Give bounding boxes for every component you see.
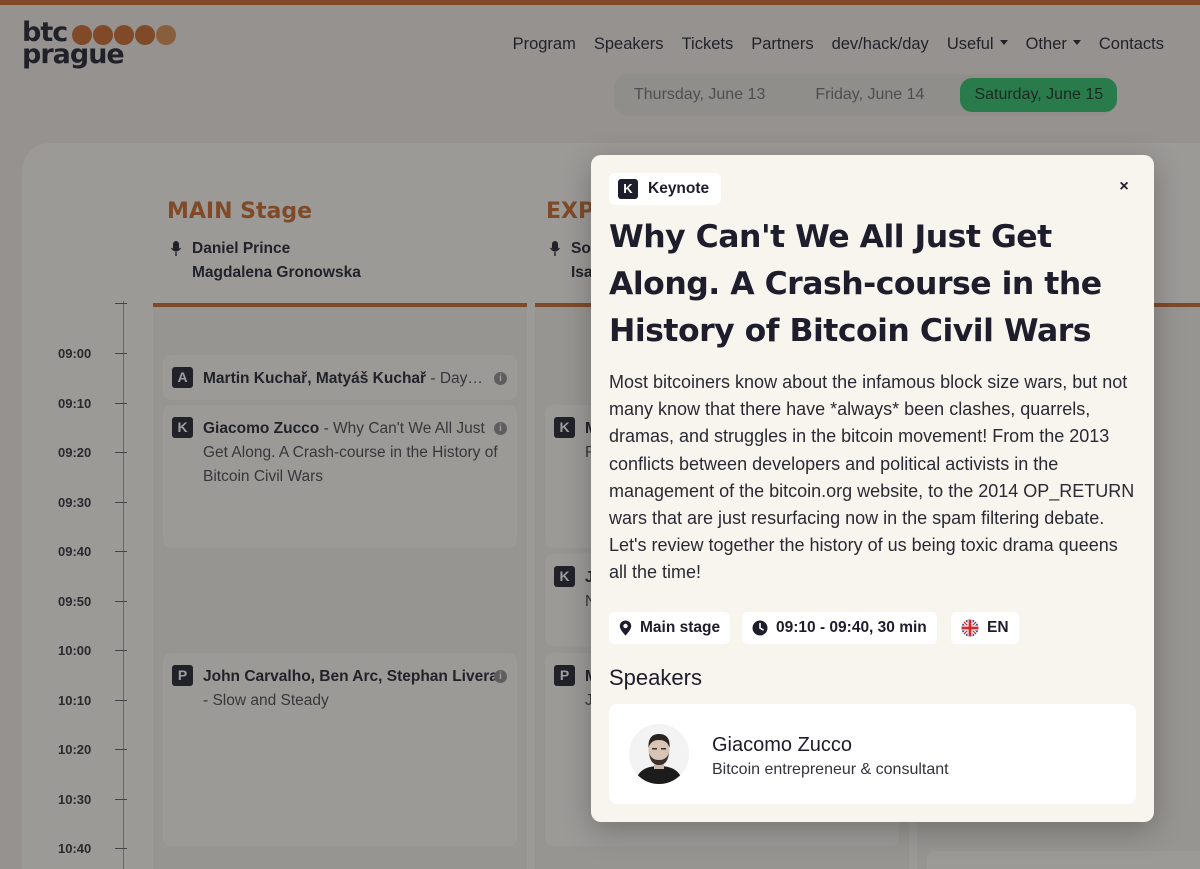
speaker-name: Giacomo Zucco xyxy=(712,734,853,756)
talk-description: Most bitcoiners know about the infamous … xyxy=(609,372,1135,583)
speaker-portrait xyxy=(629,724,689,784)
talk-detail-modal: K Keynote × Why Can't We All Just Get Al… xyxy=(591,155,1154,822)
language-chip: EN xyxy=(951,612,1019,644)
speaker-avatar xyxy=(629,724,689,784)
location-chip: Main stage xyxy=(609,612,731,644)
speaker-card[interactable]: Giacomo Zucco Bitcoin entrepreneur & con… xyxy=(609,704,1136,804)
speaker-role: Bitcoin entrepreneur & consultant xyxy=(712,761,949,778)
language-text: EN xyxy=(987,619,1009,636)
speakers-heading: Speakers xyxy=(609,665,702,690)
time-text: 09:10 - 09:40, 30 min xyxy=(776,619,927,636)
time-chip: 09:10 - 09:40, 30 min xyxy=(742,612,937,644)
location-pin-icon xyxy=(619,620,632,636)
clock-icon xyxy=(752,620,768,636)
uk-flag-icon xyxy=(961,619,979,637)
talk-title: Why Can't We All Just Get Along. A Crash… xyxy=(609,219,1102,349)
talk-type-label: Keynote xyxy=(648,180,710,197)
keynote-badge-icon: K xyxy=(618,179,638,199)
location-text: Main stage xyxy=(640,619,721,636)
talk-type-chip: K Keynote xyxy=(609,173,722,205)
close-button[interactable]: × xyxy=(1114,177,1134,197)
